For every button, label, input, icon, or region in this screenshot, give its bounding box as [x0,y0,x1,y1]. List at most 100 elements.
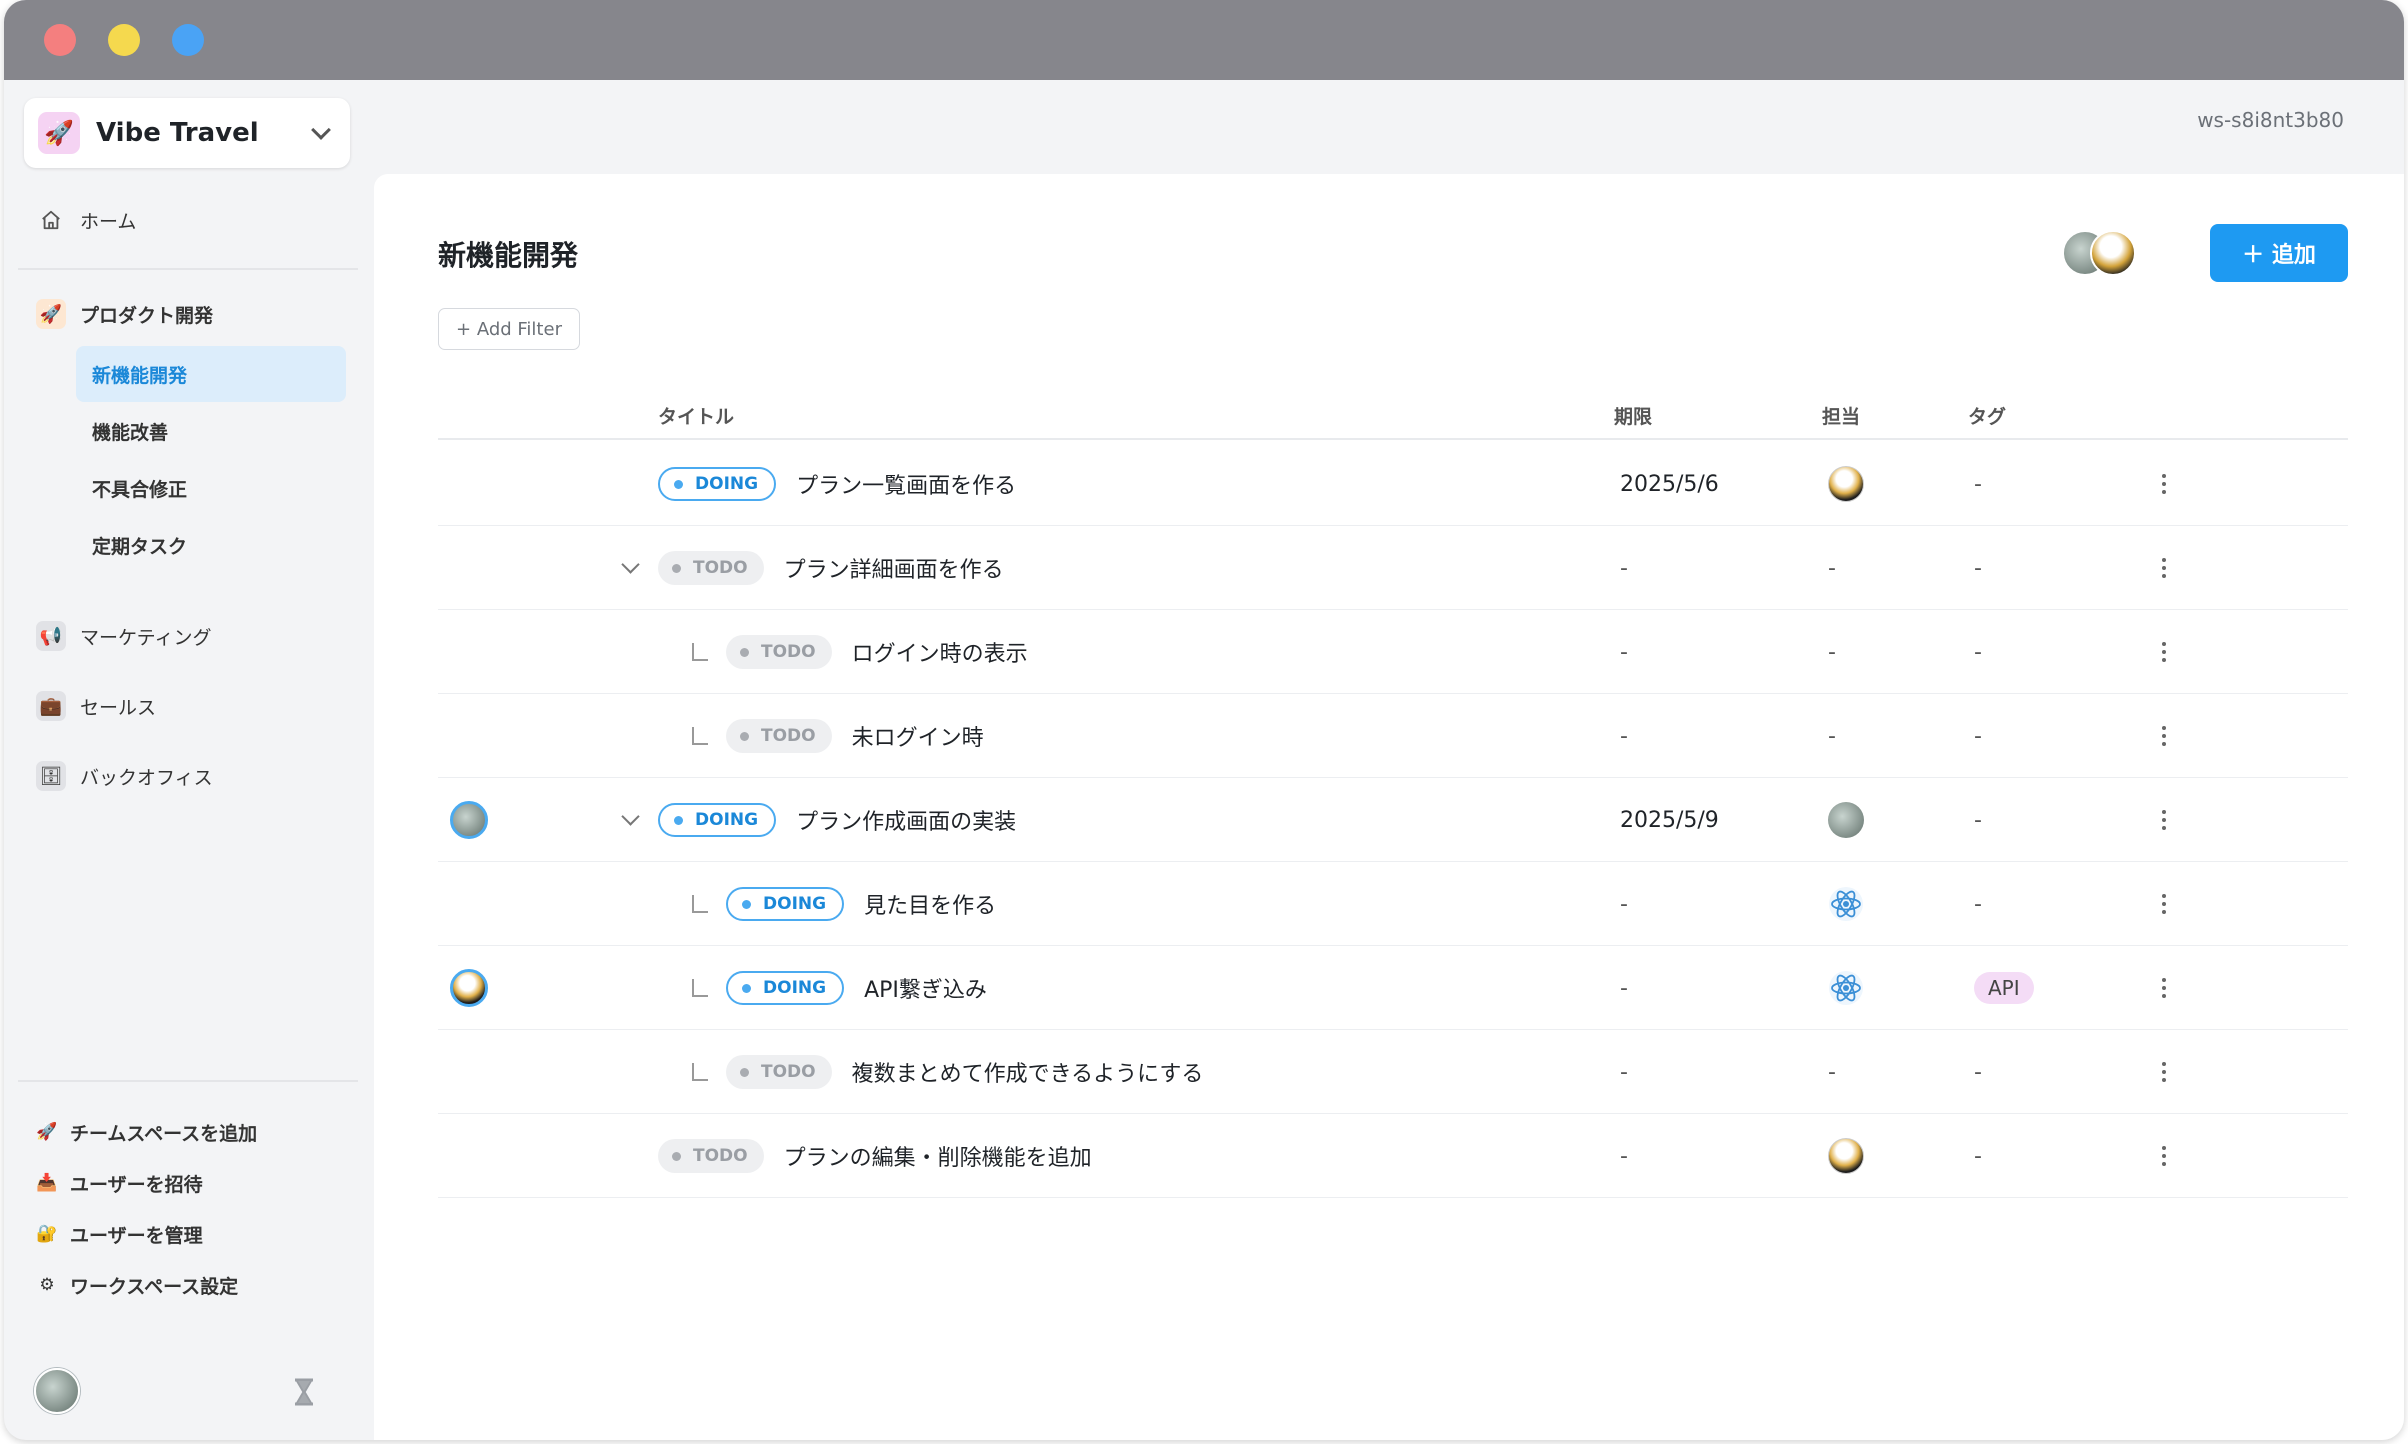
invite-user-button[interactable]: 📥 ユーザーを招待 [36,1165,202,1201]
more-menu-button[interactable] [2161,694,2167,778]
task-title[interactable]: プラン一覧画面を作る [796,468,1016,500]
due-cell[interactable]: - [1620,862,1628,946]
status-badge[interactable]: TODO [658,551,764,585]
expand-toggle[interactable] [621,526,640,610]
status-badge[interactable]: DOING [726,887,845,921]
subtask-connector [692,694,708,778]
sidebar-group-product[interactable]: 🚀 プロダクト開発 [36,294,213,334]
assignee-cell[interactable]: - [1828,526,1836,610]
member-avatar-stack[interactable] [2062,230,2142,278]
task-title[interactable]: 見た目を作る [864,888,996,920]
more-vertical-icon [2161,1062,2167,1082]
add-task-button[interactable]: ＋ 追加 [2210,224,2348,282]
more-menu-button[interactable] [2161,946,2167,1030]
status-badge[interactable]: TODO [658,1139,764,1173]
task-title[interactable]: プラン詳細画面を作る [784,552,1004,584]
sidebar-group-backoffice[interactable]: 🗄 バックオフィス [36,756,213,796]
due-cell[interactable]: - [1620,694,1628,778]
add-filter-button[interactable]: + Add Filter [438,308,580,350]
more-menu-button[interactable] [2161,1114,2167,1198]
tag-cell[interactable]: - [1974,1030,1982,1114]
assignee-cell[interactable] [1828,778,1864,862]
assignee-cell[interactable] [1828,1114,1864,1198]
task-title[interactable]: 未ログイン時 [852,720,984,752]
task-title[interactable]: プラン作成画面の実装 [796,804,1016,836]
status-badge[interactable]: TODO [726,719,832,753]
status-badge[interactable]: DOING [726,971,845,1005]
due-cell[interactable]: - [1620,1030,1628,1114]
divider [18,268,358,270]
more-menu-button[interactable] [2161,862,2167,946]
tag-pill[interactable]: API [1974,972,2034,1004]
more-menu-button[interactable] [2161,610,2167,694]
more-menu-button[interactable] [2161,778,2167,862]
workspace-switcher[interactable]: 🚀 Vibe Travel [24,98,350,168]
tag-cell[interactable]: - [1974,862,1982,946]
task-title[interactable]: プランの編集・削除機能を追加 [784,1140,1092,1172]
add-teamspace-button[interactable]: 🚀 チームスペースを追加 [36,1114,257,1150]
more-menu-button[interactable] [2161,526,2167,610]
more-vertical-icon [2161,726,2167,746]
tag-cell[interactable]: - [1974,694,1982,778]
table-row[interactable]: TODO 未ログイン時 - - - [438,694,2348,778]
due-cell[interactable]: - [1620,946,1628,1030]
expand-toggle[interactable] [621,778,640,862]
hourglass-icon[interactable] [292,1378,316,1406]
assignee-cell[interactable] [1828,862,1864,946]
status-badge[interactable]: DOING [658,803,777,837]
status-badge[interactable]: TODO [726,1055,832,1089]
subtask-branch-icon [692,727,708,745]
manage-users-button[interactable]: 🔐 ユーザーを管理 [36,1216,202,1252]
maximize-window-button[interactable] [172,24,204,56]
due-cell[interactable]: - [1620,610,1628,694]
ai-atom-icon [1829,971,1863,1005]
assignee-cell[interactable]: - [1828,1030,1836,1114]
due-cell[interactable]: 2025/5/9 [1620,778,1719,862]
more-menu-button[interactable] [2161,442,2167,526]
table-row[interactable]: DOING 見た目を作る - - [438,862,2348,946]
table-row[interactable]: TODO ログイン時の表示 - - - [438,610,2348,694]
tag-cell[interactable]: - [1974,442,1982,526]
sidebar-item-home[interactable]: ホーム [40,200,136,240]
task-title[interactable]: ログイン時の表示 [852,636,1028,668]
tag-cell[interactable]: - [1974,610,1982,694]
current-user-avatar[interactable] [34,1368,80,1414]
sidebar-item-recurring[interactable]: 定期タスク [76,517,346,573]
sidebar-item-bugfix[interactable]: 不具合修正 [76,460,346,516]
task-title[interactable]: 複数まとめて作成できるようにする [852,1056,1204,1088]
more-vertical-icon [2161,642,2167,662]
bottom-item-label: ワークスペース設定 [70,1275,239,1298]
tag-cell[interactable]: - [1974,526,1982,610]
status-label: TODO [693,558,748,578]
assignee-cell[interactable] [1828,442,1864,526]
sidebar-group-sales[interactable]: 💼 セールス [36,686,156,726]
assignee-cell[interactable]: - [1828,694,1836,778]
task-title[interactable]: API繋ぎ込み [864,972,987,1004]
table-row[interactable]: DOING API繋ぎ込み - API [438,946,2348,1030]
status-badge[interactable]: TODO [726,635,832,669]
sidebar-item-new-features[interactable]: 新機能開発 [76,346,346,402]
sidebar-group-marketing[interactable]: 📢 マーケティング [36,616,211,656]
table-row[interactable]: TODO 複数まとめて作成できるようにする - - - [438,1030,2348,1114]
table-row[interactable]: DOING プラン一覧画面を作る 2025/5/6 - [438,442,2348,526]
minimize-window-button[interactable] [108,24,140,56]
sidebar-item-improvements[interactable]: 機能改善 [76,403,346,459]
tag-cell[interactable]: API [1974,946,2034,1030]
table-row[interactable]: TODO プランの編集・削除機能を追加 - - [438,1114,2348,1198]
table-row[interactable]: DOING プラン作成画面の実装 2025/5/9 - [438,778,2348,862]
due-cell[interactable]: - [1620,526,1628,610]
due-cell[interactable]: - [1620,1114,1628,1198]
assignee-cell[interactable]: - [1828,610,1836,694]
more-menu-button[interactable] [2161,1030,2167,1114]
lock-icon: 🔐 [36,1224,58,1244]
workspace-settings-button[interactable]: ⚙ ワークスペース設定 [36,1267,238,1303]
status-label: TODO [761,1062,816,1082]
close-window-button[interactable] [44,24,76,56]
assignee-cell[interactable] [1828,946,1864,1030]
status-badge[interactable]: DOING [658,467,777,501]
tag-cell[interactable]: - [1974,1114,1982,1198]
chevron-down-icon [621,806,640,826]
table-row[interactable]: TODO プラン詳細画面を作る - - - [438,526,2348,610]
due-cell[interactable]: 2025/5/6 [1620,442,1719,526]
tag-cell[interactable]: - [1974,778,1982,862]
